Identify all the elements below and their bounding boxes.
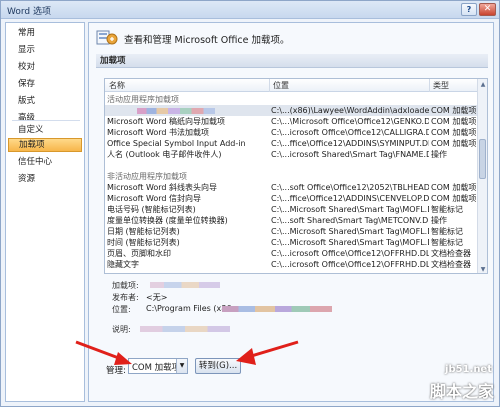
table-row[interactable]: 页眉、页脚和水印 C:\...icrosoft Office\Office12\… (105, 248, 487, 259)
sidebar-item-proofing[interactable]: 校对 (8, 60, 82, 74)
red-arrow-icon (236, 340, 299, 365)
scroll-thumb[interactable] (479, 139, 486, 179)
addin-name: Microsoft Word 书法加载项 (107, 128, 210, 137)
table-row[interactable]: Office Special Symbol Input Add-in C:\..… (105, 138, 487, 149)
addin-location: C:\...Microsoft Shared\Smart Tag\MOFL.DL… (271, 205, 429, 214)
redacted-description (140, 326, 230, 332)
column-header-name[interactable]: 名称 (109, 80, 125, 91)
section-title: 加载项 (96, 54, 488, 68)
column-divider[interactable] (429, 79, 430, 92)
addin-location: C:\...soft Office\Office12\2052\TBLHEAD.… (271, 183, 429, 192)
redacted-addin (150, 282, 220, 288)
addin-name: 度量单位转换器 (度量单位转换器) (107, 216, 228, 225)
table-row[interactable]: 电话号码 (智能标记列表) C:\...Microsoft Shared\Sma… (105, 204, 487, 215)
sidebar-item-common[interactable]: 常用 (8, 26, 82, 40)
header-description: 查看和管理 Microsoft Office 加载项。 (124, 35, 290, 46)
column-divider[interactable] (269, 79, 270, 92)
addin-name: 人名 (Outlook 电子邮件收件人) (107, 150, 222, 159)
sidebar-item-customize[interactable]: 自定义 (8, 123, 82, 137)
redacted-name (137, 107, 215, 114)
options-sidebar: 常用 显示 校对 保存 版式 高级 自定义 加载项 信任中心 资源 (5, 22, 85, 402)
table-header: 名称 位置 类型 (105, 79, 487, 92)
addin-name (107, 105, 267, 116)
description-label: 说明: (112, 325, 131, 334)
addin-location: C:\...icrosoft Office\Office12\CALLIGRA.… (271, 128, 429, 137)
group-title-active: 活动应用程序加载项 (107, 95, 179, 104)
table-row[interactable]: Microsoft Word 斜线表头向导 C:\...soft Office\… (105, 182, 487, 193)
redacted-location (222, 306, 332, 312)
group-title-inactive: 非活动应用程序加载项 (107, 172, 187, 181)
addin-location: C:\...ffice\Office12\ADDINS\CENVELOP.DLL (271, 194, 429, 203)
addin-location: C:\...soft Shared\Smart Tag\METCONV.DLL (271, 216, 429, 225)
title-bar: Word 选项 ? ✕ (1, 1, 499, 19)
addins-table: 名称 位置 类型 活动应用程序加载项 C:\...(x86)\Lawyee\Wo… (104, 78, 488, 274)
sidebar-item-trust-center[interactable]: 信任中心 (8, 155, 82, 169)
table-row[interactable]: Microsoft Word 书法加载项 C:\...icrosoft Offi… (105, 127, 487, 138)
sidebar-item-resources[interactable]: 资源 (8, 172, 82, 186)
addin-name: 日期 (智能标记列表) (107, 227, 180, 236)
watermark-site: jb51.net (445, 364, 492, 375)
addin-name: 电话号码 (智能标记列表) (107, 205, 196, 214)
sidebar-item-save[interactable]: 保存 (8, 77, 82, 91)
addin-location: C:\...\Microsoft Office\Office12\GENKO.D… (271, 117, 429, 126)
addin-name: 隐藏文字 (107, 260, 139, 269)
sidebar-item-addins[interactable]: 加载项 (8, 138, 82, 152)
help-button[interactable]: ? (461, 3, 477, 16)
addin-label: 加载项: (112, 281, 139, 290)
publisher-label: 发布者: (112, 293, 139, 302)
addin-name: 时间 (智能标记列表) (107, 238, 180, 247)
window-title: Word 选项 (7, 7, 51, 17)
column-header-location[interactable]: 位置 (273, 80, 289, 91)
table-row[interactable]: 隐藏文字 C:\...icrosoft Office\Office12\OFFR… (105, 259, 487, 270)
table-row[interactable]: 时间 (智能标记列表) C:\...Microsoft Shared\Smart… (105, 237, 487, 248)
addin-location: C:\...Microsoft Shared\Smart Tag\MOFL.DL… (271, 238, 429, 247)
addin-name: Microsoft Word 稿纸向导加载项 (107, 117, 226, 126)
sidebar-item-typography[interactable]: 版式 (8, 94, 82, 108)
manage-select-value: COM 加载项 (132, 363, 181, 373)
addin-name: Microsoft Word 斜线表头向导 (107, 183, 218, 192)
sidebar-item-display[interactable]: 显示 (8, 43, 82, 57)
addin-name: Office Special Symbol Input Add-in (107, 139, 246, 148)
scroll-down-icon[interactable]: ▼ (479, 265, 487, 273)
table-row[interactable]: 度量单位转换器 (度量单位转换器) C:\...soft Shared\Smar… (105, 215, 487, 226)
table-row[interactable]: 日期 (智能标记列表) C:\...Microsoft Shared\Smart… (105, 226, 487, 237)
addin-location: C:\...(x86)\Lawyee\WordAddin\adxloader.d… (271, 106, 429, 115)
addin-location: C:\...Microsoft Shared\Smart Tag\MOFL.DL… (271, 227, 429, 236)
addin-location: C:\...icrosoft Office\Office12\OFFRHD.DL… (271, 260, 429, 269)
table-scrollbar[interactable]: ▲ ▼ (477, 79, 487, 273)
publisher-value: <无> (146, 293, 168, 302)
sidebar-divider (12, 120, 80, 121)
table-row[interactable]: 人名 (Outlook 电子邮件收件人) C:\...icrosoft Shar… (105, 149, 487, 160)
table-row[interactable]: C:\...(x86)\Lawyee\WordAddin\adxloader.d… (105, 105, 487, 116)
scroll-up-icon[interactable]: ▲ (479, 80, 487, 89)
red-arrow-icon (75, 340, 132, 365)
addin-name: 页眉、页脚和水印 (107, 249, 171, 258)
location-label: 位置: (112, 305, 131, 314)
addin-location: C:\...ffice\Office12\ADDINS\SYMINPUT.DLL (271, 139, 429, 148)
addin-name: Microsoft Word 信封向导 (107, 194, 202, 203)
close-button[interactable]: ✕ (479, 3, 496, 16)
addins-icon (96, 30, 118, 45)
table-row[interactable]: Microsoft Word 信封向导 C:\...ffice\Office12… (105, 193, 487, 204)
watermark-brand: 脚本之家 (429, 382, 494, 401)
addin-location: C:\...icrosoft Shared\Smart Tag\FNAME.DL… (271, 150, 429, 159)
column-header-type[interactable]: 类型 (433, 80, 449, 91)
addin-location: C:\...icrosoft Office\Office12\OFFRHD.DL… (271, 249, 429, 258)
chevron-down-icon[interactable]: ▼ (176, 359, 187, 373)
location-value: C:\Program Files (x86 (146, 304, 232, 313)
table-row[interactable]: Microsoft Word 稿纸向导加载项 C:\...\Microsoft … (105, 116, 487, 127)
manage-select[interactable]: COM 加载项 ▼ (128, 358, 188, 374)
